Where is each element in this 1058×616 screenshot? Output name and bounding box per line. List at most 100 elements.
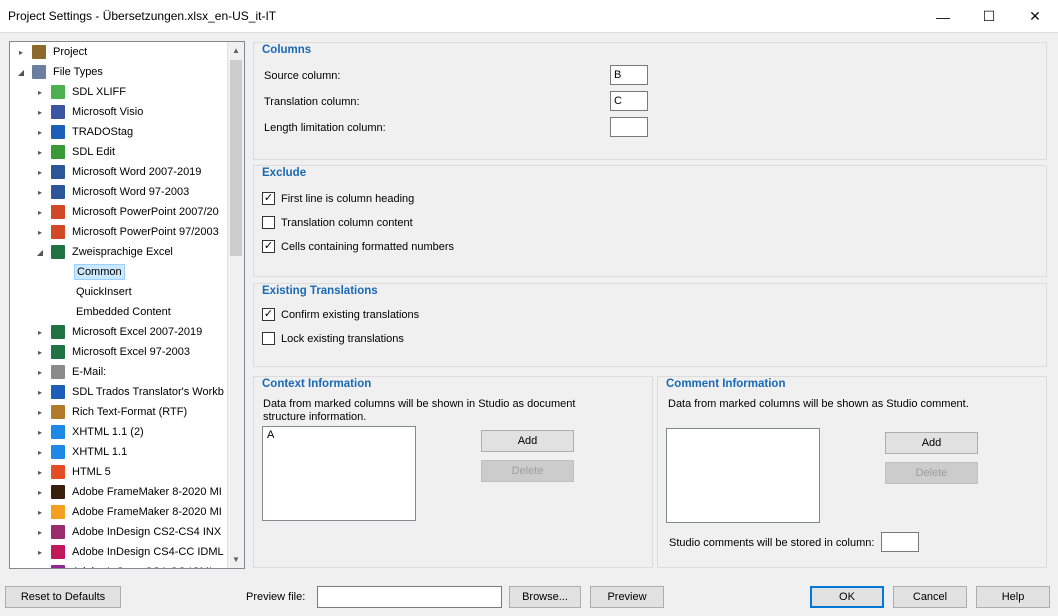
tree-item[interactable]: ▸ Adobe FrameMaker 8-2020 MI bbox=[35, 482, 224, 502]
expand-arrow-icon[interactable]: ▸ bbox=[35, 108, 45, 117]
tree-item[interactable]: ▸ Adobe InCopy CS4-CC ICML bbox=[35, 562, 217, 569]
help-button[interactable]: Help bbox=[976, 586, 1050, 608]
tree-item[interactable]: ▸ Project bbox=[16, 42, 89, 62]
collapse-arrow-icon[interactable]: ◢ bbox=[35, 248, 45, 257]
expand-arrow-icon[interactable]: ▸ bbox=[35, 228, 45, 237]
expand-arrow-icon[interactable]: ▸ bbox=[35, 368, 45, 377]
tree-item[interactable]: QuickInsert bbox=[50, 282, 134, 302]
tree-item-label: QuickInsert bbox=[76, 286, 132, 298]
maximize-button[interactable]: ☐ bbox=[966, 0, 1012, 33]
expand-arrow-icon[interactable]: ▸ bbox=[35, 88, 45, 97]
ie-icon bbox=[51, 425, 65, 439]
expand-arrow-icon[interactable]: ▸ bbox=[35, 468, 45, 477]
length-limitation-label: Length limitation column: bbox=[264, 122, 386, 134]
tree-item[interactable]: Common bbox=[50, 262, 125, 282]
tree-item[interactable]: ◢ Zweisprachige Excel bbox=[35, 242, 175, 262]
expand-arrow-icon[interactable]: ▸ bbox=[35, 208, 45, 217]
browse-button[interactable]: Browse... bbox=[509, 586, 581, 608]
checkbox-icon: ✓ bbox=[262, 240, 275, 253]
context-description: Data from marked columns will be shown i… bbox=[263, 398, 576, 423]
expand-arrow-icon[interactable]: ▸ bbox=[35, 388, 45, 397]
tree-item[interactable]: ▸ E-Mail: bbox=[35, 362, 108, 382]
tree-item[interactable]: ▸ SDL XLIFF bbox=[35, 82, 128, 102]
expand-arrow-icon[interactable]: ▸ bbox=[35, 528, 45, 537]
comment-stored-column-input[interactable] bbox=[881, 532, 919, 552]
expand-arrow-icon[interactable]: ▸ bbox=[35, 488, 45, 497]
tree-item[interactable]: ▸ Rich Text-Format (RTF) bbox=[35, 402, 189, 422]
expand-arrow-icon[interactable]: ▸ bbox=[35, 448, 45, 457]
comment-description: Data from marked columns will be shown a… bbox=[668, 398, 969, 410]
context-column-list[interactable]: A bbox=[262, 426, 416, 521]
expand-arrow-icon[interactable]: ▸ bbox=[35, 148, 45, 157]
tree-item[interactable]: ▸ Microsoft PowerPoint 2007/20 bbox=[35, 202, 221, 222]
comment-add-button[interactable]: Add bbox=[885, 432, 978, 454]
tree-scrollbar[interactable]: ▲ ▼ bbox=[227, 42, 244, 568]
tree-item[interactable]: ▸ Adobe InDesign CS2-CS4 INX bbox=[35, 522, 223, 542]
indesign-idml-icon bbox=[51, 545, 65, 559]
cancel-button[interactable]: Cancel bbox=[893, 586, 967, 608]
expand-arrow-icon[interactable]: ▸ bbox=[35, 348, 45, 357]
tree-item-label: HTML 5 bbox=[72, 466, 111, 478]
first-line-heading-checkbox[interactable]: ✓ First line is column heading bbox=[262, 192, 414, 205]
html5-icon bbox=[51, 465, 65, 479]
comment-column-list[interactable] bbox=[666, 428, 820, 523]
minimize-icon: — bbox=[936, 8, 950, 25]
translation-column-input[interactable]: C bbox=[610, 91, 648, 111]
tree-item[interactable]: ▸ Microsoft Excel 97-2003 bbox=[35, 342, 192, 362]
comment-stored-column-label: Studio comments will be stored in column… bbox=[669, 537, 875, 549]
scroll-down-icon[interactable]: ▼ bbox=[228, 551, 244, 568]
tree-item[interactable]: ▸ Adobe FrameMaker 8-2020 MI bbox=[35, 502, 224, 522]
tree-item[interactable]: ▸ Microsoft PowerPoint 97/2003 bbox=[35, 222, 221, 242]
list-item[interactable]: A bbox=[267, 429, 411, 441]
tree-item[interactable]: ▸ Microsoft Visio bbox=[35, 102, 145, 122]
expand-arrow-icon[interactable]: ▸ bbox=[35, 428, 45, 437]
length-limitation-input[interactable] bbox=[610, 117, 648, 137]
scroll-thumb[interactable] bbox=[230, 60, 242, 256]
tree-item[interactable]: ▸ SDL Edit bbox=[35, 142, 117, 162]
tree-item[interactable]: ▸ XHTML 1.1 bbox=[35, 442, 129, 462]
confirm-existing-checkbox[interactable]: ✓ Confirm existing translations bbox=[262, 308, 419, 321]
expand-arrow-icon[interactable]: ▸ bbox=[35, 328, 45, 337]
tree-item[interactable]: ▸ Adobe InDesign CS4-CC IDML bbox=[35, 542, 226, 562]
rtf-icon bbox=[51, 405, 65, 419]
window-title: Project Settings - Übersetzungen.xlsx_en… bbox=[8, 9, 277, 23]
expand-arrow-icon[interactable]: ▸ bbox=[35, 568, 45, 569]
lock-existing-checkbox[interactable]: Lock existing translations bbox=[262, 332, 404, 345]
tree-item-label: Microsoft Excel 97-2003 bbox=[72, 346, 190, 358]
formatted-numbers-checkbox[interactable]: ✓ Cells containing formatted numbers bbox=[262, 240, 454, 253]
tree-item[interactable]: ▸ SDL Trados Translator's Workb bbox=[35, 382, 226, 402]
comment-delete-button[interactable]: Delete bbox=[885, 462, 978, 484]
tree-item[interactable]: ▸ XHTML 1.1 (2) bbox=[35, 422, 146, 442]
tree-item[interactable]: ◢ File Types bbox=[16, 62, 105, 82]
tree-item[interactable]: ▸ TRADOStag bbox=[35, 122, 135, 142]
collapse-arrow-icon[interactable]: ◢ bbox=[16, 68, 26, 77]
tree-item[interactable]: ▸ Microsoft Excel 2007-2019 bbox=[35, 322, 204, 342]
exclude-section: Exclude ✓ First line is column heading T… bbox=[253, 165, 1047, 277]
expand-arrow-icon[interactable]: ▸ bbox=[35, 408, 45, 417]
translation-content-checkbox[interactable]: Translation column content bbox=[262, 216, 413, 229]
scroll-up-icon[interactable]: ▲ bbox=[228, 42, 244, 59]
context-add-button[interactable]: Add bbox=[481, 430, 574, 452]
source-column-input[interactable]: B bbox=[610, 65, 648, 85]
excel-bilingual-icon bbox=[51, 245, 65, 259]
expand-arrow-icon[interactable]: ▸ bbox=[35, 188, 45, 197]
reset-to-defaults-button[interactable]: Reset to Defaults bbox=[5, 586, 121, 608]
expand-arrow-icon[interactable]: ▸ bbox=[35, 128, 45, 137]
expand-arrow-icon[interactable]: ▸ bbox=[35, 168, 45, 177]
preview-file-input[interactable] bbox=[317, 586, 502, 608]
context-delete-button[interactable]: Delete bbox=[481, 460, 574, 482]
translation-column-label: Translation column: bbox=[264, 96, 360, 108]
ok-button[interactable]: OK bbox=[810, 586, 884, 608]
expand-arrow-icon[interactable]: ▸ bbox=[16, 48, 26, 57]
tree-item[interactable]: ▸ Microsoft Word 2007-2019 bbox=[35, 162, 203, 182]
expand-arrow-icon[interactable]: ▸ bbox=[35, 548, 45, 557]
close-button[interactable]: ✕ bbox=[1012, 0, 1058, 33]
tree-item[interactable]: ▸ HTML 5 bbox=[35, 462, 113, 482]
expand-arrow-icon[interactable]: ▸ bbox=[35, 508, 45, 517]
preview-button[interactable]: Preview bbox=[590, 586, 664, 608]
minimize-button[interactable]: — bbox=[920, 0, 966, 33]
settings-tree[interactable]: ▸ Project ◢ File Types ▸ SDL XLIFF ▸ Microsoft … bbox=[9, 41, 245, 569]
tree-item[interactable]: ▸ Microsoft Word 97-2003 bbox=[35, 182, 191, 202]
tree-item[interactable]: Embedded Content bbox=[50, 302, 173, 322]
trados-workbench-icon bbox=[51, 385, 65, 399]
